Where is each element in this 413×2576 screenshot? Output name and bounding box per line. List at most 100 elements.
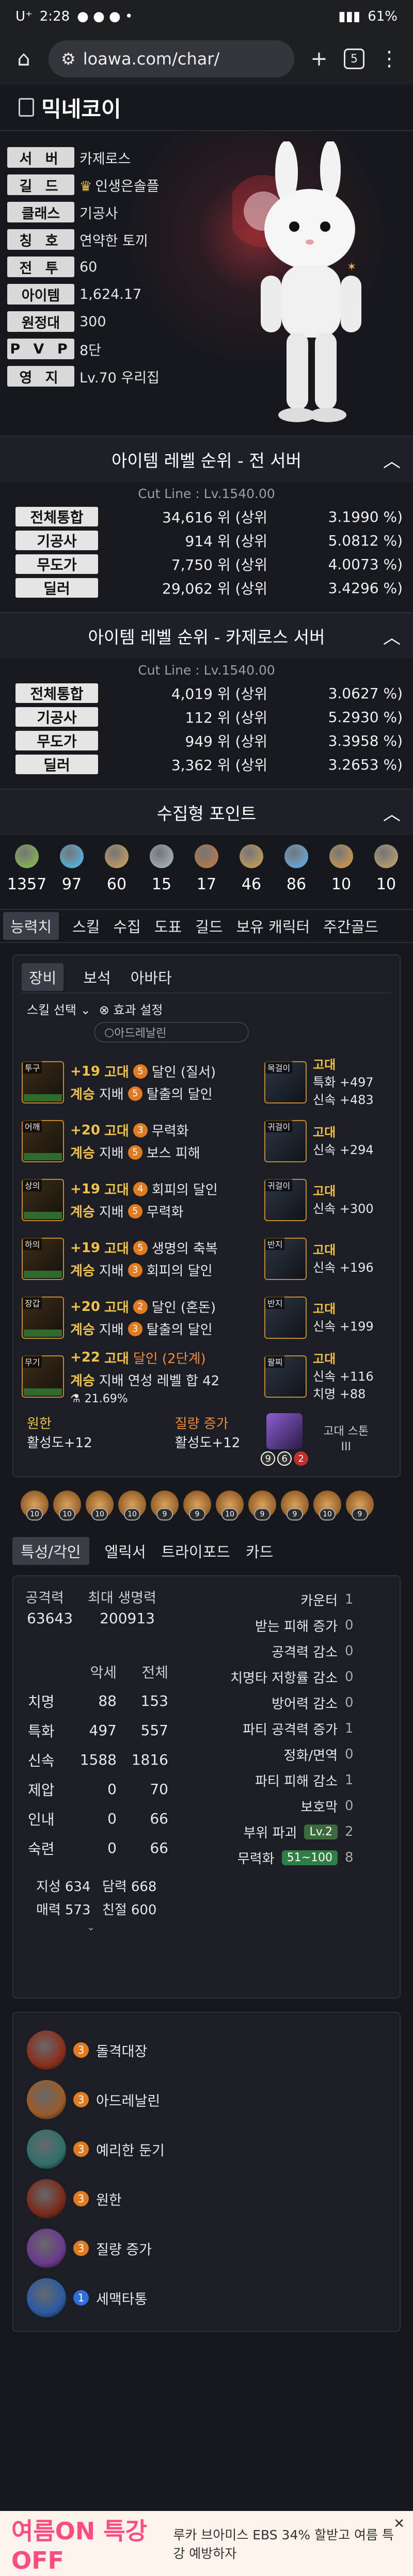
gem-icon[interactable]: 9: [248, 1491, 276, 1521]
browser-toolbar: ⌂ ⚙ loawa.com/char/ + 5 ⋮: [0, 33, 413, 85]
close-icon[interactable]: ✕: [393, 2516, 405, 2532]
set-name: 지배: [99, 1263, 124, 1279]
accessory-item[interactable]: 팔찌 고대 신속 +116 치명 +88: [264, 1349, 391, 1404]
gem-icon[interactable]: 9: [183, 1491, 211, 1521]
main-tab[interactable]: 수집: [113, 915, 140, 937]
rank-all-header[interactable]: 아이템 레벨 순위 - 전 서버 ︿: [0, 436, 413, 482]
gem-icon[interactable]: 9: [346, 1491, 374, 1521]
home-icon[interactable]: ⌂: [11, 47, 36, 71]
item-grade: 고대: [104, 1241, 129, 1257]
effect-setting-label: 효과 설정: [113, 1003, 163, 1017]
stats-tab[interactable]: 트라이포드: [162, 1540, 230, 1562]
collect-value: 46: [241, 875, 262, 893]
cut-line: Cut Line : Lv.1540.00: [138, 486, 275, 501]
equipment-item[interactable]: 무기 +22 고대 달인 (2단계) 계승 지배 연성 레벨 합 42 ⚗ 21.69%: [22, 1349, 264, 1405]
equipment-item[interactable]: 투구 +19 고대 5 달인 (질서) 계승 지배 5 탈출의 달인: [22, 1055, 264, 1110]
ability-stone[interactable]: 9 6 2 고대 스톤 III: [261, 1413, 379, 1466]
info-key: P V P: [7, 339, 74, 359]
gem-icon[interactable]: 9: [281, 1491, 309, 1521]
effect-level-badge: 3: [128, 1321, 142, 1336]
collect-item[interactable]: 15: [142, 844, 181, 893]
support-stat-row: 방어력 감소 0: [184, 1690, 380, 1716]
equipment-item[interactable]: 장갑 +20 고대 2 달인 (혼돈) 계승 지배 3 탈출의 달인: [22, 1290, 264, 1345]
gem-icon[interactable]: 10: [86, 1491, 114, 1521]
stats-tab[interactable]: 카드: [246, 1540, 273, 1562]
gem-icon[interactable]: 9: [151, 1491, 179, 1521]
accessory-item[interactable]: 귀걸이 고대 신속 +300: [264, 1173, 391, 1227]
collapse-chevron-icon[interactable]: ︿: [383, 623, 401, 649]
bookmark-icon[interactable]: [19, 98, 34, 117]
collapse-chevron-icon[interactable]: ︿: [383, 800, 401, 825]
main-tab[interactable]: 도표: [154, 915, 182, 937]
collect-item[interactable]: 17: [187, 844, 226, 893]
engraving-item[interactable]: 3 예리한 둔기: [27, 2124, 386, 2174]
support-stat-value: 0: [345, 1695, 354, 1710]
gem-icon[interactable]: 10: [118, 1491, 146, 1521]
accessory-item[interactable]: 귀걸이 고대 신속 +294: [264, 1114, 391, 1169]
main-tab[interactable]: 스킬: [72, 915, 100, 937]
engraving-item[interactable]: 3 아드레날린: [27, 2075, 386, 2124]
ad-banner[interactable]: 여름ON 특강OFF 루카 브아미스 EBS 34% 할받고 여름 특강 예방하…: [0, 2511, 413, 2576]
engraving-item[interactable]: 3 원한: [27, 2174, 386, 2223]
atk-value: 63643: [27, 1610, 73, 1627]
collect-item[interactable]: 10: [367, 844, 406, 893]
site-info-icon[interactable]: ⚙: [61, 49, 76, 69]
effect-setting-button[interactable]: ⊗ 효과 설정: [99, 1000, 163, 1018]
support-stat-row: 파티 피해 감소 1: [184, 1767, 380, 1793]
skill-select-dropdown[interactable]: 스킬 선택 ⌄: [27, 1000, 91, 1018]
collect-item[interactable]: 97: [52, 844, 91, 893]
sub-tab[interactable]: 아바타: [131, 966, 172, 988]
gem-icon[interactable]: 10: [53, 1491, 81, 1521]
rank-server-header[interactable]: 아이템 레벨 순위 - 카제로스 서버 ︿: [0, 612, 413, 659]
collect-header[interactable]: 수집형 포인트 ︿: [0, 789, 413, 835]
accessory-item[interactable]: 반지 고대 신속 +199: [264, 1290, 391, 1345]
stat-name: 제압: [28, 1781, 55, 1799]
tab-switcher-button[interactable]: 5: [344, 49, 364, 69]
stat-name: 특화: [28, 1722, 55, 1740]
collect-item[interactable]: 10: [322, 844, 361, 893]
expand-chevron-icon[interactable]: ⌄: [13, 1921, 168, 1933]
hp-value: 200913: [100, 1610, 155, 1627]
collect-item[interactable]: 46: [232, 844, 271, 893]
combat-stat-row: 치명 88 153: [13, 1686, 168, 1716]
main-tab[interactable]: 보유 캐릭터: [236, 915, 310, 937]
gem-icon[interactable]: 10: [216, 1491, 244, 1521]
carrier-label: U⁺: [15, 9, 33, 24]
engraving-item[interactable]: 3 돌격대장: [27, 2025, 386, 2075]
engraving-item[interactable]: 1 세맥타통: [27, 2273, 386, 2323]
accessory-item[interactable]: 목걸이 고대 특화 +497 신속 +483: [264, 1055, 391, 1110]
equipment-item[interactable]: 상의 +19 고대 4 회피의 달인 계승 지배 5 무력화: [22, 1173, 264, 1227]
equipment-item[interactable]: 어깨 +20 고대 3 무력화 계승 지배 5 보스 피해: [22, 1114, 264, 1169]
url-bar[interactable]: ⚙ loawa.com/char/: [49, 40, 294, 77]
accessory-item[interactable]: 반지 고대 신속 +196: [264, 1231, 391, 1286]
stats-tab[interactable]: 특성/각인: [12, 1537, 89, 1565]
collect-item[interactable]: 60: [97, 844, 136, 893]
rank-row: 무도가 7,750 위 (상위 4.0073 %): [0, 552, 413, 576]
engravings-panel: 3 돌격대장 3 아드레날린 3 예리한 둔기 3 원한 3 질량 증가 1 세맥타통: [12, 2012, 401, 2332]
mokoko-seed-icon: [15, 844, 39, 868]
slot-label: 귀걸이: [265, 1120, 293, 1132]
sub-tab-bar: 장비 보석 아바타: [22, 963, 391, 994]
main-tab[interactable]: 능력치: [3, 912, 59, 940]
collect-item[interactable]: 86: [277, 844, 316, 893]
accessory-details: 고대 신속 +196: [307, 1241, 374, 1276]
main-tab[interactable]: 주간골드: [323, 915, 378, 937]
support-stat-name: 파티 공격력 증가: [243, 1722, 338, 1738]
gem-icon[interactable]: 10: [21, 1491, 49, 1521]
rank-all-title: 아이템 레벨 순위 - 전 서버: [112, 451, 301, 471]
equipment-details: +19 고대 5 생명의 축복 계승 지배 3 회피의 달인: [64, 1238, 218, 1279]
rank-value: 914 위 (상위: [185, 533, 267, 550]
more-menu-icon[interactable]: ⋮: [377, 47, 402, 71]
gem-icon[interactable]: 10: [313, 1491, 341, 1521]
option-radio[interactable]: ○ 아드레날린: [94, 1022, 249, 1043]
main-tab[interactable]: 길드: [195, 915, 223, 937]
collect-item[interactable]: 1357: [7, 844, 46, 893]
stats-tab[interactable]: 엘릭서: [105, 1540, 146, 1562]
collapse-chevron-icon[interactable]: ︿: [383, 447, 401, 472]
gem-row: 10 10 10 10 9 9 10 9 9 10 9: [21, 1491, 413, 1521]
equipment-item[interactable]: 하의 +19 고대 5 생명의 축복 계승 지배 3 회피의 달인: [22, 1231, 264, 1286]
sub-tab[interactable]: 장비: [22, 963, 64, 991]
sub-tab[interactable]: 보석: [83, 966, 110, 988]
new-tab-icon[interactable]: +: [307, 47, 331, 71]
engraving-item[interactable]: 3 질량 증가: [27, 2223, 386, 2273]
